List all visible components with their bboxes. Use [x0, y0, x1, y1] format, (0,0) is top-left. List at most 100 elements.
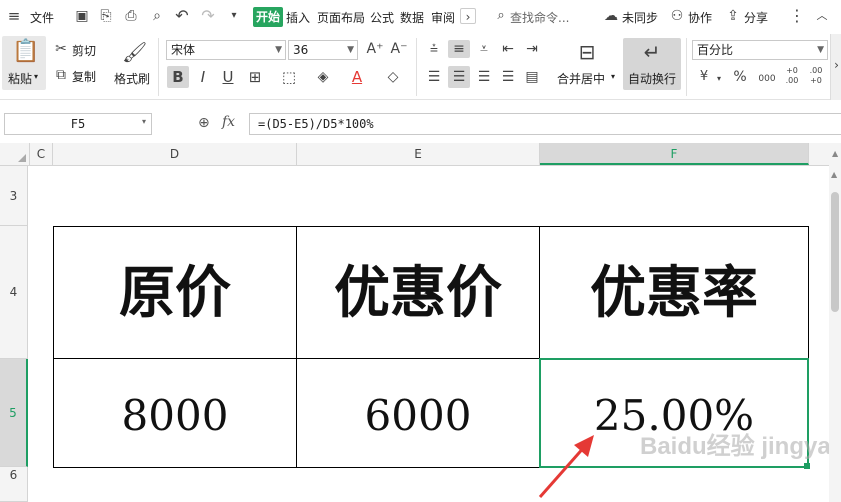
- more-options-icon[interactable]: ⋮: [789, 8, 805, 24]
- collapse-ribbon-icon[interactable]: ︿: [814, 8, 830, 24]
- align-bottom-icon[interactable]: ⩡: [474, 40, 494, 58]
- column-header-e[interactable]: E: [297, 143, 540, 165]
- insert-function-button[interactable]: fx: [222, 114, 235, 130]
- corner-triangle-icon: [18, 154, 26, 162]
- paste-button[interactable]: 📋 粘贴 ▾: [2, 36, 46, 90]
- menu-icon[interactable]: ≡: [6, 8, 22, 24]
- annotation-arrow: [538, 435, 594, 498]
- zoom-search-icon[interactable]: ⊕: [198, 115, 210, 131]
- header-discount-rate: 优惠率: [590, 260, 758, 326]
- more-chevron-icon[interactable]: ▾: [226, 8, 242, 24]
- command-search[interactable]: 查找命令...: [510, 9, 569, 26]
- menu-bar: ≡ 文件 ▣ ⎘ ⎙ ⌕ ↶ ↷ ▾ 开始 插入 页面布局 公式 数据 审阅 ›…: [0, 0, 841, 34]
- increase-decimal-button[interactable]: +0 .00: [782, 66, 802, 86]
- cell-fill-icon[interactable]: ⬚: [278, 68, 300, 86]
- decrease-decimal-button[interactable]: .00 +0: [806, 66, 826, 86]
- tab-review[interactable]: 审阅: [431, 9, 455, 26]
- collab-button[interactable]: 协作: [688, 9, 712, 26]
- export-pdf-icon[interactable]: ⎘: [98, 8, 114, 24]
- redo-icon[interactable]: ↷: [200, 8, 216, 24]
- underline-button[interactable]: U: [219, 68, 237, 86]
- indent-increase-icon[interactable]: ⇥: [522, 40, 542, 58]
- percent-button[interactable]: %: [731, 68, 749, 86]
- column-header-d[interactable]: D: [53, 143, 297, 165]
- value-discount-price: 6000: [364, 391, 472, 440]
- spreadsheet-app: ≡ 文件 ▣ ⎘ ⎙ ⌕ ↶ ↷ ▾ 开始 插入 页面布局 公式 数据 审阅 ›…: [0, 0, 841, 502]
- collab-icon: ⚇: [670, 8, 684, 24]
- row-header-3[interactable]: 3: [0, 166, 28, 226]
- justify-icon[interactable]: ☰: [498, 68, 518, 86]
- copy-button[interactable]: 复制: [72, 68, 96, 85]
- row-header-5[interactable]: 5: [0, 359, 28, 467]
- merge-center-button[interactable]: 合并居中: [557, 70, 605, 87]
- share-button[interactable]: 分享: [744, 9, 768, 26]
- format-painter-button[interactable]: 格式刷: [114, 70, 150, 87]
- ribbon-divider: [416, 38, 417, 96]
- search-icon: ⌕: [497, 8, 505, 23]
- header-discount-price: 优惠价: [334, 260, 502, 326]
- save-icon[interactable]: ▣: [74, 8, 90, 24]
- cloud-icon: ☁: [604, 8, 618, 24]
- tab-insert[interactable]: 插入: [286, 9, 310, 26]
- column-header: C D E F: [0, 143, 841, 166]
- number-format-select[interactable]: 百分比 ▼: [692, 40, 828, 60]
- column-header-f[interactable]: F: [540, 143, 809, 165]
- print-preview-icon[interactable]: ⌕: [149, 8, 165, 24]
- border-icon[interactable]: ⊞: [244, 68, 266, 86]
- align-top-icon[interactable]: ⩮: [424, 40, 444, 58]
- ribbon-divider: [158, 38, 159, 96]
- thousands-button[interactable]: 000: [756, 70, 778, 88]
- align-left-icon[interactable]: ☰: [424, 68, 444, 86]
- decrease-font-icon[interactable]: A⁻: [390, 40, 408, 58]
- tab-formula[interactable]: 公式: [370, 9, 394, 26]
- paste-label: 粘贴: [8, 72, 33, 86]
- formula-bar: F5 ▾ ⊕ fx =(D5-E5)/D5*100%: [0, 101, 841, 143]
- select-all-corner[interactable]: [0, 143, 30, 165]
- row-header-6[interactable]: 6: [0, 467, 28, 502]
- chevron-down-icon: ▾: [142, 117, 147, 126]
- row-header-4[interactable]: 4: [0, 226, 28, 359]
- align-center-icon[interactable]: ☰: [448, 66, 470, 88]
- tab-page-layout[interactable]: 页面布局: [317, 9, 365, 26]
- increase-font-icon[interactable]: A⁺: [366, 40, 384, 58]
- scrollbar-thumb[interactable]: [831, 192, 839, 312]
- font-name-select[interactable]: 宋体 ▼: [166, 40, 286, 60]
- clear-format-icon[interactable]: ◇: [382, 68, 404, 86]
- scissors-icon: ✂: [55, 41, 67, 57]
- wrap-text-button[interactable]: ↵ 自动换行: [623, 38, 681, 90]
- align-middle-icon[interactable]: ≡: [448, 40, 470, 58]
- align-right-icon[interactable]: ☰: [474, 68, 494, 86]
- ribbon-scroll-right[interactable]: ›: [830, 34, 841, 100]
- formula-input[interactable]: =(D5-E5)/D5*100%: [249, 113, 841, 135]
- tab-data[interactable]: 数据: [400, 9, 424, 26]
- font-color-icon[interactable]: A: [346, 68, 368, 86]
- scroll-up-icon[interactable]: ▲: [832, 149, 838, 158]
- font-size-value: 36: [293, 43, 309, 57]
- number-format-value: 百分比: [697, 43, 734, 57]
- value-original-price: 8000: [121, 391, 229, 440]
- font-size-select[interactable]: 36 ▼: [288, 40, 358, 60]
- distribute-icon[interactable]: ▤: [522, 68, 542, 86]
- column-header-c[interactable]: C: [30, 143, 53, 165]
- tab-home[interactable]: 开始: [253, 7, 283, 27]
- format-painter-icon: 🖌: [122, 40, 148, 64]
- bold-button[interactable]: B: [167, 66, 189, 88]
- chevron-right-icon: ›: [834, 58, 839, 72]
- cut-button[interactable]: 剪切: [72, 42, 96, 59]
- name-box[interactable]: F5: [4, 113, 152, 135]
- tabs-more-icon[interactable]: ›: [460, 8, 476, 24]
- fill-color-icon[interactable]: ◈: [312, 68, 334, 86]
- font-name-value: 宋体: [171, 43, 196, 57]
- print-icon[interactable]: ⎙: [123, 8, 139, 24]
- menu-file[interactable]: 文件: [30, 9, 54, 26]
- currency-button[interactable]: ¥: [696, 68, 712, 86]
- sync-status[interactable]: 未同步: [622, 9, 658, 26]
- chevron-down-icon: ▾: [716, 74, 721, 83]
- share-icon: ⇪: [727, 8, 739, 24]
- vertical-scrollbar[interactable]: ▲: [829, 166, 841, 502]
- scroll-up-icon[interactable]: ▲: [831, 170, 837, 179]
- indent-decrease-icon[interactable]: ⇤: [498, 40, 518, 58]
- undo-icon[interactable]: ↶: [174, 8, 190, 24]
- italic-button[interactable]: I: [194, 68, 212, 86]
- fill-handle[interactable]: [804, 463, 810, 469]
